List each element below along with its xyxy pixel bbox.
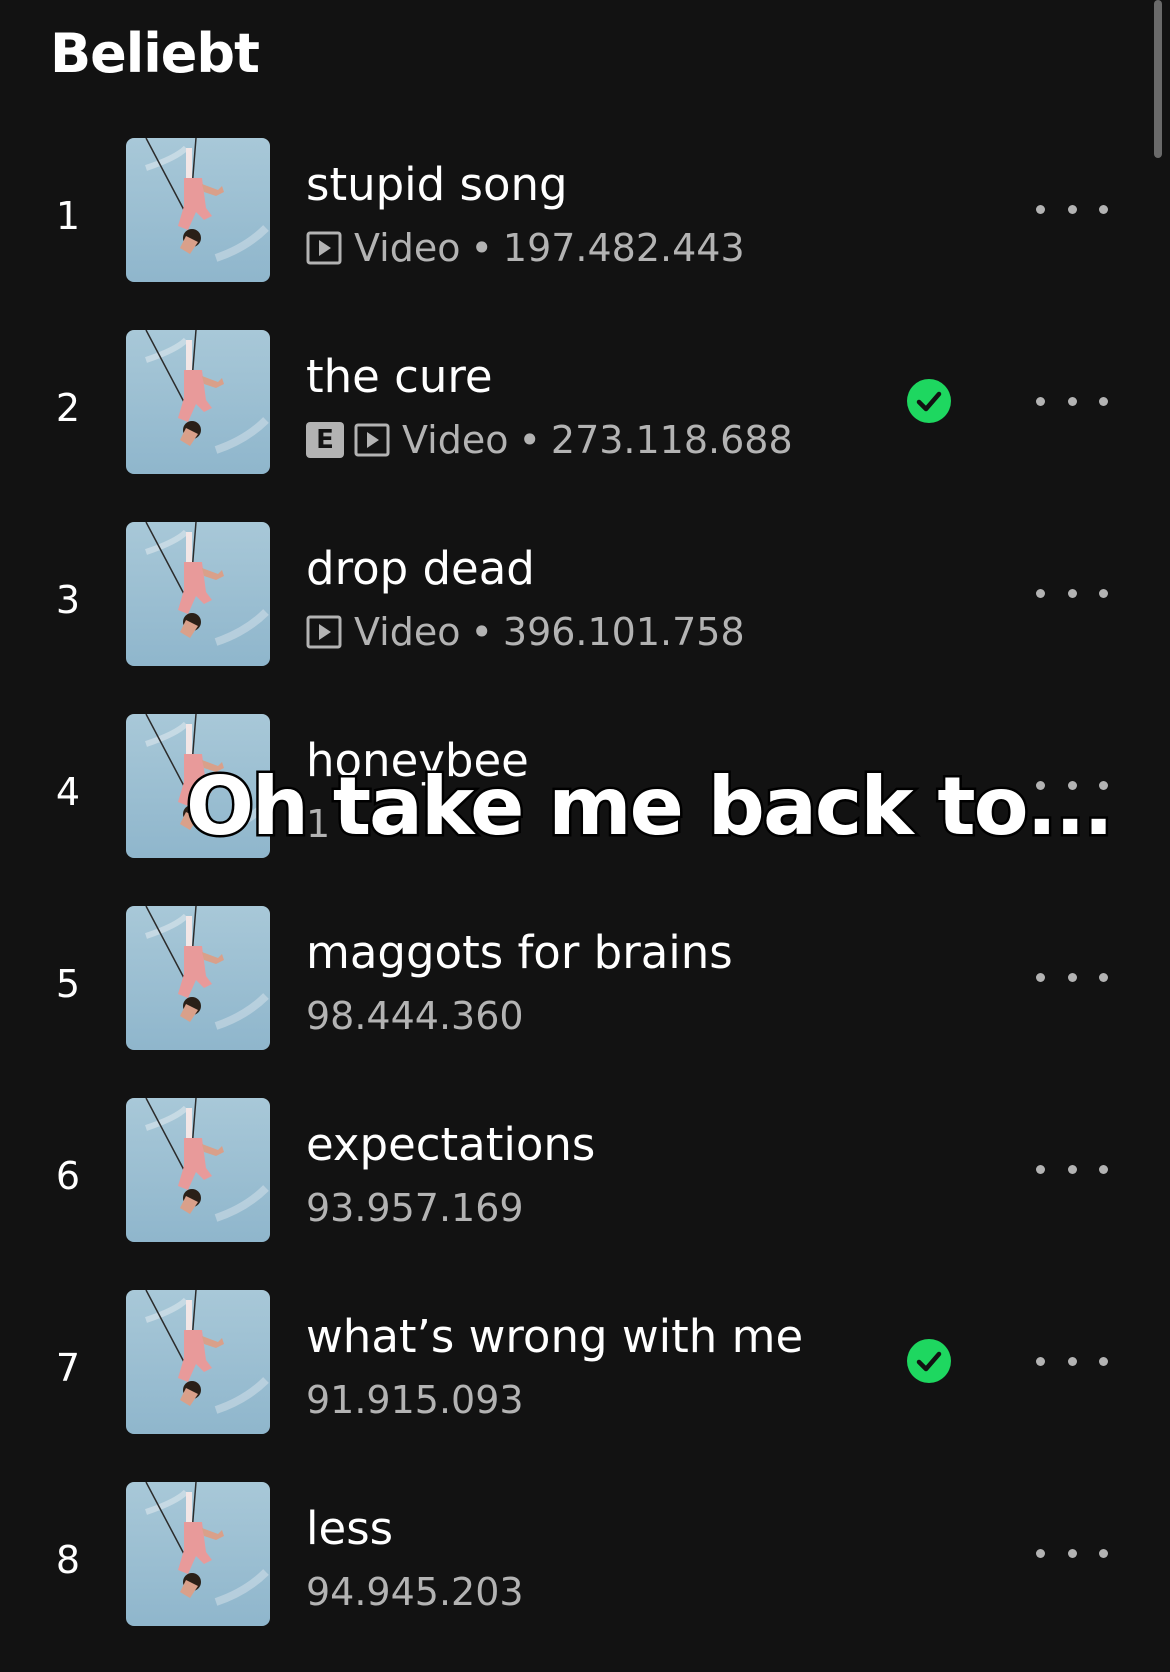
track-rank: 8 — [55, 1538, 81, 1582]
more-options-button[interactable] — [1036, 954, 1108, 1000]
play-count: 91.915.093 — [306, 1378, 524, 1422]
track-row[interactable]: 1 stupid song Video • 197.482.443 — [0, 138, 1170, 328]
video-label: Video — [354, 226, 461, 270]
album-cover — [126, 138, 270, 282]
more-dot — [1036, 1548, 1045, 1558]
track-title: stupid song — [306, 158, 568, 211]
more-dot — [1067, 1356, 1077, 1366]
play-count: 197.482.443 — [502, 226, 745, 270]
track-meta: 98.444.360 — [306, 994, 524, 1038]
track-rank: 1 — [55, 194, 81, 238]
more-dot — [1099, 972, 1108, 982]
meta-separator: • — [470, 226, 493, 270]
video-label: Video — [354, 610, 461, 654]
track-rank: 3 — [55, 578, 81, 622]
album-cover — [126, 330, 270, 474]
play-count: 98.444.360 — [306, 994, 524, 1038]
more-dot — [1036, 204, 1045, 214]
overlay-caption: Oh take me back to... — [184, 758, 1117, 856]
more-dot — [1036, 396, 1045, 406]
explicit-badge: E — [306, 422, 344, 458]
album-cover — [126, 906, 270, 1050]
track-title: what’s wrong with me — [306, 1310, 804, 1363]
check-circle-icon[interactable] — [906, 378, 952, 424]
album-cover — [126, 1290, 270, 1434]
album-cover — [126, 522, 270, 666]
track-meta: E Video • 273.118.688 — [306, 418, 793, 462]
more-dot — [1067, 396, 1077, 406]
more-dot — [1067, 1164, 1077, 1174]
play-square-icon — [354, 422, 392, 458]
track-rank: 5 — [55, 962, 81, 1006]
track-title: less — [306, 1502, 394, 1555]
track-meta: 91.915.093 — [306, 1378, 524, 1422]
track-meta: 93.957.169 — [306, 1186, 524, 1230]
play-count: 396.101.758 — [502, 610, 745, 654]
track-rank: 4 — [55, 770, 81, 814]
play-count: 273.118.688 — [550, 418, 793, 462]
more-dot — [1067, 1548, 1077, 1558]
track-title: the cure — [306, 350, 493, 403]
album-cover — [126, 1098, 270, 1242]
more-dot — [1067, 204, 1077, 214]
more-dot — [1036, 972, 1045, 982]
more-dot — [1099, 1164, 1108, 1174]
track-rank: 2 — [55, 386, 81, 430]
track-title: expectations — [306, 1118, 596, 1171]
play-square-icon — [306, 614, 344, 650]
more-options-button[interactable] — [1036, 570, 1108, 616]
track-row[interactable]: 8 less 94.945.203 — [0, 1482, 1170, 1672]
more-options-button[interactable] — [1036, 186, 1108, 232]
more-dot — [1099, 1548, 1108, 1558]
track-title: maggots for brains — [306, 926, 733, 979]
more-dot — [1099, 1356, 1108, 1366]
meta-separator: • — [470, 610, 493, 654]
track-rank: 7 — [55, 1346, 81, 1390]
track-rank: 6 — [55, 1154, 81, 1198]
track-row[interactable]: 6 expectations 93.957.169 — [0, 1098, 1170, 1288]
track-meta: 94.945.203 — [306, 1570, 524, 1614]
track-meta: Video • 197.482.443 — [306, 226, 745, 270]
meta-separator: • — [518, 418, 541, 462]
track-row[interactable]: 7 what’s wrong with me 91.915.093 — [0, 1290, 1170, 1480]
play-count: 94.945.203 — [306, 1570, 524, 1614]
video-label: Video — [402, 418, 509, 462]
more-dot — [1036, 588, 1045, 598]
more-options-button[interactable] — [1036, 1530, 1108, 1576]
more-options-button[interactable] — [1036, 378, 1108, 424]
track-title: drop dead — [306, 542, 535, 595]
album-cover — [126, 1482, 270, 1626]
more-dot — [1099, 204, 1108, 214]
more-options-button[interactable] — [1036, 1338, 1108, 1384]
track-row[interactable]: 2 the cure E Video • 273.118.688 — [0, 330, 1170, 520]
check-circle-icon[interactable] — [906, 1338, 952, 1384]
track-row[interactable]: 3 drop dead Video • 396.101.758 — [0, 522, 1170, 712]
more-dot — [1067, 972, 1077, 982]
more-dot — [1067, 588, 1077, 598]
more-dot — [1099, 396, 1108, 406]
track-row[interactable]: 5 maggots for brains 98.444.360 — [0, 906, 1170, 1096]
more-dot — [1036, 1356, 1045, 1366]
play-count: 93.957.169 — [306, 1186, 524, 1230]
more-options-button[interactable] — [1036, 1146, 1108, 1192]
more-dot — [1036, 1164, 1045, 1174]
track-meta: Video • 396.101.758 — [306, 610, 745, 654]
play-square-icon — [306, 230, 344, 266]
more-dot — [1099, 588, 1108, 598]
